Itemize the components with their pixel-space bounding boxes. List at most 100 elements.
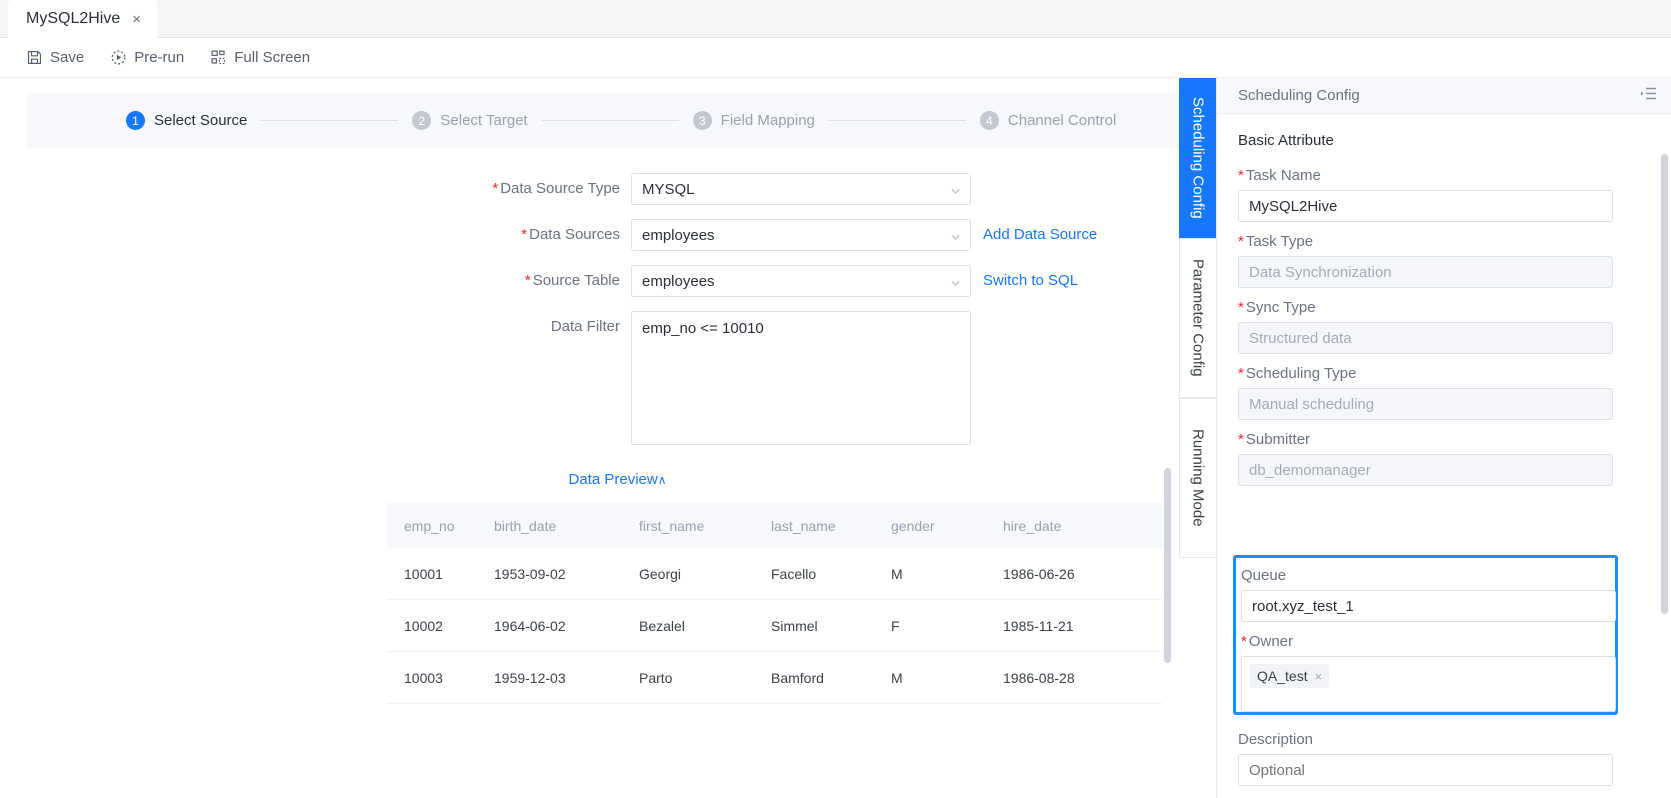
close-icon[interactable]: × xyxy=(132,12,141,27)
editor-tab-label: MySQL2Hive xyxy=(26,10,121,27)
scheduling-type-input xyxy=(1238,388,1613,420)
side-tab-running-mode[interactable]: Running Mode xyxy=(1179,398,1216,558)
indent-list-icon[interactable] xyxy=(1640,86,1657,106)
table-cell: 1953-09-02 xyxy=(494,565,566,582)
field-sync-type: Sync Type xyxy=(1238,299,1650,354)
table-cell: F xyxy=(891,617,900,634)
step-select-source[interactable]: 1 Select Source xyxy=(126,111,247,130)
table-cell: Bezalel xyxy=(639,617,685,634)
table-row: 10002 1964-06-02 Bezalel Simmel F 1985-1… xyxy=(387,600,1162,652)
task-name-input[interactable] xyxy=(1238,190,1613,222)
panel-scrollbar[interactable] xyxy=(1661,154,1668,794)
table-cell: Parto xyxy=(639,669,673,686)
full-screen-button[interactable]: Full Screen xyxy=(210,49,310,66)
queue-input[interactable] xyxy=(1241,590,1616,622)
step-number: 3 xyxy=(692,111,712,130)
close-icon[interactable]: × xyxy=(1315,670,1323,683)
table-cell: Simmel xyxy=(771,617,818,634)
description-label: Description xyxy=(1238,731,1314,748)
table-cell: 10003 xyxy=(404,669,443,686)
owner-tag-input[interactable]: QA_test × xyxy=(1241,656,1616,712)
queue-label: Queue xyxy=(1241,567,1287,584)
step-connector xyxy=(541,120,679,121)
column-header: gender xyxy=(891,517,935,534)
scheduling-type-label: Scheduling Type xyxy=(1238,365,1650,382)
data-source-type-value: MYSQL xyxy=(642,180,695,198)
table-cell: 10001 xyxy=(404,565,443,582)
table-row: 10001 1953-09-02 Georgi Facello M 1986-0… xyxy=(387,548,1162,600)
table-cell: 1959-12-03 xyxy=(494,669,566,686)
full-screen-label: Full Screen xyxy=(234,49,311,66)
app-root: MySQL2Hive × Save Pre-run Full Screen 1 … xyxy=(0,0,1671,798)
source-form: Data Source Type MYSQL Data Sources empl… xyxy=(0,173,1235,464)
table-cell: 1964-06-02 xyxy=(494,617,566,634)
field-row-data-sources: Data Sources employees Add Data Source xyxy=(0,219,1235,251)
step-connector xyxy=(261,120,399,121)
owner-tag: QA_test × xyxy=(1250,664,1330,688)
main-canvas: 1 Select Source 2 Select Target 3 Field … xyxy=(0,78,1235,798)
side-tab-scheduling-config[interactable]: Scheduling Config xyxy=(1179,78,1216,238)
field-task-type: Task Type xyxy=(1238,233,1650,288)
description-input[interactable] xyxy=(1238,754,1613,786)
step-connector xyxy=(828,120,966,121)
column-header: last_name xyxy=(771,517,836,534)
data-source-type-select[interactable]: MYSQL xyxy=(631,173,971,205)
panel-body: Basic Attribute Task Name Task Type Sync… xyxy=(1217,114,1671,798)
data-preview-toggle[interactable]: Data Preview∧ xyxy=(0,471,1235,488)
chevron-down-icon xyxy=(950,230,961,241)
data-preview-table: emp_no birth_date first_name last_name g… xyxy=(387,503,1162,704)
wizard-stepper: 1 Select Source 2 Select Target 3 Field … xyxy=(26,93,1211,148)
step-number: 4 xyxy=(979,111,999,130)
source-table-select[interactable]: employees xyxy=(631,265,971,297)
step-field-mapping[interactable]: 3 Field Mapping xyxy=(692,111,815,130)
pre-run-label: Pre-run xyxy=(134,49,185,66)
field-row-source-table: Source Table employees Switch to SQL xyxy=(0,265,1235,297)
data-sources-select[interactable]: employees xyxy=(631,219,971,251)
table-cell: 1986-08-28 xyxy=(1003,669,1075,686)
scheduling-config-panel: Scheduling Config Basic Attribute Task N… xyxy=(1216,78,1671,798)
table-cell: 1986-06-26 xyxy=(1003,565,1075,582)
editor-tab[interactable]: MySQL2Hive × xyxy=(8,0,158,38)
field-description: Description xyxy=(1238,731,1613,786)
step-label: Field Mapping xyxy=(720,112,815,129)
data-preview-label: Data Preview xyxy=(568,471,658,488)
data-filter-input[interactable] xyxy=(631,311,971,445)
pre-run-icon xyxy=(110,49,127,66)
table-cell: Bamford xyxy=(771,669,824,686)
switch-to-sql-link[interactable]: Switch to SQL xyxy=(983,265,1078,297)
side-tab-rail: Scheduling Config Parameter Config Runni… xyxy=(1179,78,1216,798)
queue-owner-highlight: Queue Owner QA_test × xyxy=(1233,555,1618,715)
data-filter-label: Data Filter xyxy=(550,318,620,335)
owner-tag-label: QA_test xyxy=(1257,668,1308,684)
data-sources-label: Data Sources xyxy=(0,219,631,251)
data-filter-control xyxy=(631,311,971,450)
main-scrollbar-thumb[interactable] xyxy=(1164,468,1171,663)
pre-run-button[interactable]: Pre-run xyxy=(110,49,184,66)
source-table-control: employees xyxy=(631,265,971,297)
column-header: emp_no xyxy=(404,517,455,534)
side-tab-parameter-config[interactable]: Parameter Config xyxy=(1179,238,1216,398)
table-cell: 10002 xyxy=(404,617,443,634)
step-select-target[interactable]: 2 Select Target xyxy=(412,111,528,130)
submitter-label: Submitter xyxy=(1238,431,1650,448)
data-sources-control: employees xyxy=(631,219,971,251)
tab-bar: MySQL2Hive × xyxy=(0,0,1671,38)
task-type-label: Task Type xyxy=(1238,233,1650,250)
sync-type-input xyxy=(1238,322,1613,354)
add-data-source-link[interactable]: Add Data Source xyxy=(983,219,1097,251)
table-cell: 1985-11-21 xyxy=(1003,617,1074,634)
field-row-data-filter: Data Filter xyxy=(0,311,1235,450)
sync-type-label: Sync Type xyxy=(1238,299,1650,316)
save-button[interactable]: Save xyxy=(26,49,84,66)
step-channel-control[interactable]: 4 Channel Control xyxy=(979,111,1116,130)
full-screen-icon xyxy=(210,49,227,66)
panel-scrollbar-thumb[interactable] xyxy=(1661,154,1668,614)
field-queue: Queue xyxy=(1241,567,1616,622)
step-label: Select Target xyxy=(440,112,528,129)
step-number: 2 xyxy=(412,111,432,130)
table-cell: Facello xyxy=(771,565,817,582)
table-cell: M xyxy=(891,565,903,582)
main-scrollbar[interactable] xyxy=(1164,78,1171,798)
data-source-type-label: Data Source Type xyxy=(0,173,631,205)
owner-label: Owner xyxy=(1241,633,1610,650)
